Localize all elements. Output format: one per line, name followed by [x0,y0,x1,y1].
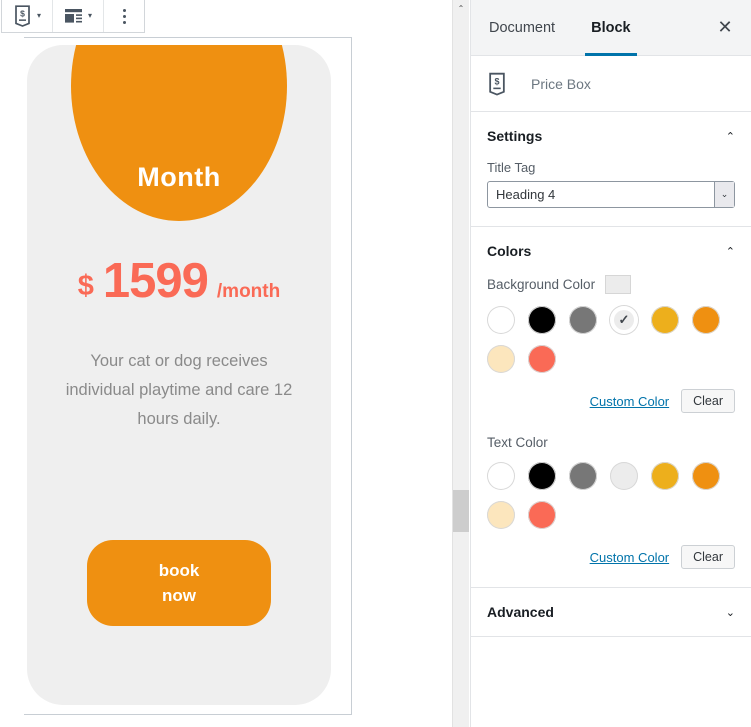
price-tag-icon[interactable]: $ [8,1,36,32]
color-swatch-0[interactable] [487,306,515,334]
text-color-actions: Custom Color Clear [487,545,735,569]
block-card: $ Price Box [471,56,751,112]
title-tag-label: Title Tag [487,160,536,175]
settings-panel-body: Title Tag Heading 4 ⌄ [487,160,735,226]
advanced-panel-header[interactable]: Advanced ⌄ [487,588,735,636]
color-swatch-6[interactable] [487,501,515,529]
price-box-description[interactable]: Your cat or dog receives individual play… [55,347,303,434]
close-icon[interactable]: ✕ [709,12,741,44]
settings-panel-header[interactable]: Settings ⌃ [487,112,735,160]
book-now-line1: book [158,561,200,580]
text-color-label: Text Color [487,435,548,450]
background-clear-button[interactable]: Clear [681,389,735,413]
background-color-current-swatch [605,275,632,294]
price-currency[interactable]: $ [78,270,94,303]
color-swatch-4[interactable] [651,306,679,334]
advanced-panel-title: Advanced [487,604,554,620]
price-box-title[interactable]: Month [137,162,220,193]
toolbar-group-more [104,0,144,32]
svg-text:$: $ [495,76,500,86]
price-tag-icon: $ [487,72,523,96]
editor-pane: $ ▾ ▾ Month $ 1599 /month Your cat or do… [0,0,450,727]
color-swatch-3[interactable] [610,462,638,490]
chevron-up-icon[interactable]: ⌃ [726,130,735,143]
advanced-panel: Advanced ⌄ [471,588,751,637]
color-swatch-2[interactable] [569,306,597,334]
colors-panel-header[interactable]: Colors ⌃ [487,227,735,275]
alignment-chevron-down-icon[interactable]: ▾ [87,12,97,20]
text-color-swatches [487,462,735,529]
book-now-line2: now [162,586,196,605]
toolbar-group-block-type: $ ▾ [2,0,54,32]
svg-text:$: $ [20,9,25,19]
scrollbar-up-arrow-icon[interactable]: ⌃ [453,0,469,17]
colors-panel-title: Colors [487,243,532,259]
color-swatch-2[interactable] [569,462,597,490]
chevron-up-icon[interactable]: ⌃ [726,245,735,258]
editor-canvas[interactable]: Month $ 1599 /month Your cat or dog rece… [24,37,352,715]
price-amount[interactable]: 1599 [103,253,209,309]
text-clear-button[interactable]: Clear [681,545,735,569]
color-swatch-3[interactable]: ✓ [610,306,638,334]
block-type-chevron-down-icon[interactable]: ▾ [36,12,46,20]
tab-document[interactable]: Document [471,0,573,56]
colors-panel-body: Background Color ✓ Custom Color Clear Te… [487,275,735,587]
chevron-down-icon[interactable]: ⌄ [726,606,735,619]
title-tag-select[interactable]: Heading 4 ⌄ [487,181,735,208]
price-row: $ 1599 /month [27,253,331,309]
background-custom-color-link[interactable]: Custom Color [590,394,669,409]
background-color-swatches: ✓ [487,306,735,373]
background-color-label: Background Color [487,277,596,292]
toolbar-group-alignment: ▾ [53,0,105,32]
price-box-block[interactable]: Month $ 1599 /month Your cat or dog rece… [27,45,331,705]
scrollbar-thumb[interactable] [453,490,469,532]
color-swatch-1[interactable] [528,462,556,490]
inspector-tabs: Document Block ✕ [471,0,751,56]
settings-panel: Settings ⌃ Title Tag Heading 4 ⌄ [471,112,751,227]
background-color-actions: Custom Color Clear [487,389,735,413]
check-icon: ✓ [618,312,630,327]
block-toolbar: $ ▾ ▾ [1,0,146,33]
price-box-title-cap: Month [71,45,287,221]
price-period[interactable]: /month [217,281,280,303]
colors-panel: Colors ⌃ Background Color ✓ Custom Color… [471,227,751,588]
app-root: $ ▾ ▾ Month $ 1599 /month Your cat or do… [0,0,751,727]
color-swatch-7[interactable] [528,501,556,529]
color-swatch-7[interactable] [528,345,556,373]
book-now-button[interactable]: book now [87,540,271,626]
color-swatch-4[interactable] [651,462,679,490]
settings-panel-title: Settings [487,128,543,144]
color-swatch-1[interactable] [528,306,556,334]
text-color-label-row: Text Color [487,435,735,450]
color-swatch-0[interactable] [487,462,515,490]
inspector-panel: Document Block ✕ $ Price Box Settings ⌃ … [470,0,751,727]
chevron-down-icon[interactable]: ⌄ [714,182,734,207]
color-swatch-5[interactable] [692,462,720,490]
title-tag-value: Heading 4 [496,187,556,202]
editor-scrollbar[interactable]: ⌃ [452,0,469,727]
media-position-icon[interactable] [59,1,87,32]
background-color-label-row: Background Color [487,275,735,294]
tab-block[interactable]: Block [573,0,649,56]
vertical-dots-icon[interactable] [110,1,138,32]
color-swatch-6[interactable] [487,345,515,373]
color-swatch-5[interactable] [692,306,720,334]
text-custom-color-link[interactable]: Custom Color [590,550,669,565]
block-card-label: Price Box [531,75,591,92]
